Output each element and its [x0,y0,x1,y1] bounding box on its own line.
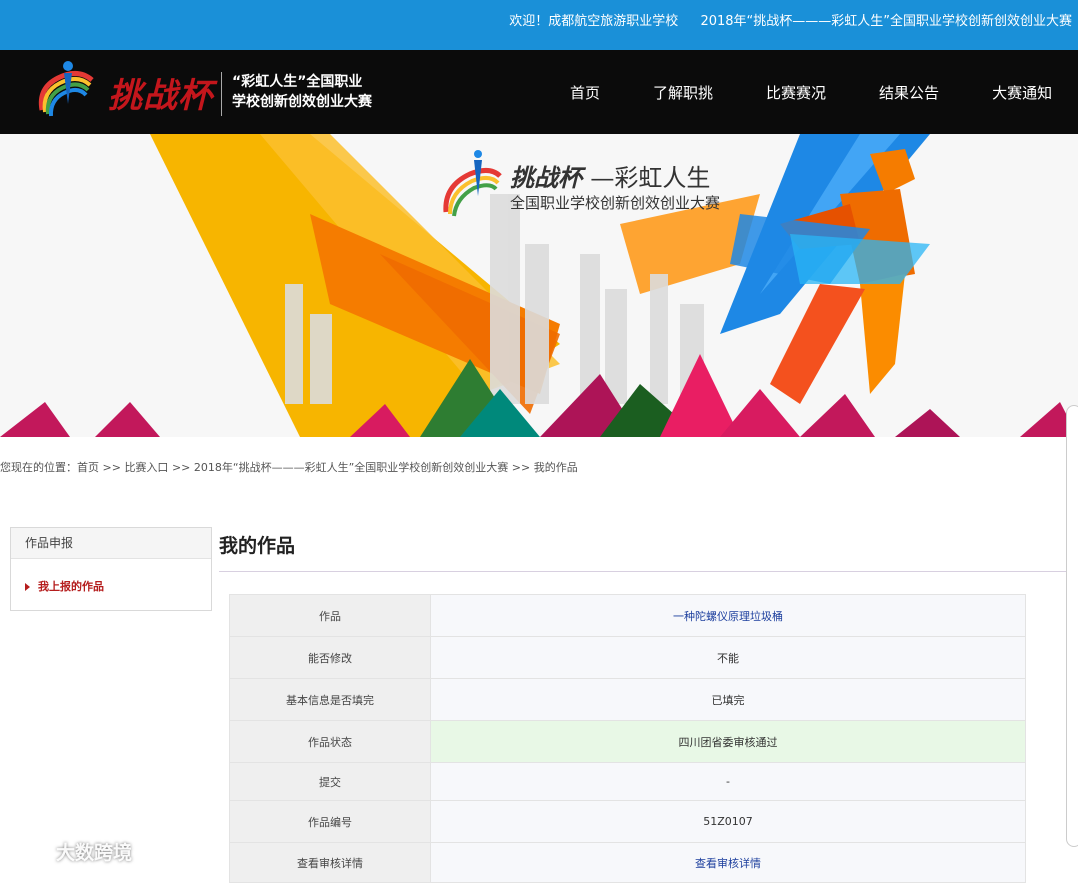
nav-item-home[interactable]: 首页 [570,82,600,103]
review-details-link[interactable]: 查看审核详情 [695,857,761,870]
row-value: - [430,762,1026,801]
caret-right-icon [25,583,30,591]
table-row: 提交 - [229,762,1026,801]
breadcrumb-entry[interactable]: 比赛入口 [124,461,168,474]
sidebar-item-my-submissions[interactable]: 我上报的作品 [25,578,104,594]
sidebar-header: 作品申报 [11,528,211,559]
banner-subtitle: 全国职业学校创新创效创业大赛 [510,194,721,212]
row-key: 能否修改 [229,636,431,679]
table-row: 作品状态 四川团省委审核通过 [229,720,1026,763]
breadcrumb-home[interactable]: 首页 [77,461,99,474]
nav-item-results[interactable]: 结果公告 [879,82,939,103]
table-row: 查看审核详情 查看审核详情 [229,842,1026,883]
top-bar: 欢迎！成都航空旅游职业学校 2018年“挑战杯———彩虹人生”全国职业学校创新创… [0,0,1078,50]
work-title-link[interactable]: 一种陀螺仪原理垃圾桶 [673,610,783,623]
row-value: 一种陀螺仪原理垃圾桶 [430,594,1026,637]
nav-item-about[interactable]: 了解职挑 [653,82,713,103]
row-key: 查看审核详情 [229,842,431,883]
breadcrumb-separator: >> [171,461,191,474]
breadcrumb-competition[interactable]: 2018年“挑战杯———彩虹人生”全国职业学校创新创效创业大赛 [194,461,508,474]
welcome-event: 2018年“挑战杯———彩虹人生”全国职业学校创新创效创业大赛 [700,14,1072,29]
title-divider [219,571,1078,572]
row-key: 作品 [229,594,431,637]
watermark-logo-icon [11,844,49,862]
banner-title-dash: —彩虹人生 [590,164,711,192]
row-key: 基本信息是否填完 [229,678,431,721]
breadcrumb-prefix: 您现在的位置： [0,461,77,474]
breadcrumb-separator: >> [102,461,121,474]
logo-subtitle-line1: “彩虹人生”全国职业 [232,74,363,90]
logo-subtitle-line2: 学校创新创效创业大赛 [232,94,372,110]
breadcrumb-separator: >> [511,461,531,474]
nav-item-matches[interactable]: 比赛赛况 [766,82,826,103]
rainbow-logo-icon[interactable] [34,58,106,124]
watermark-text: 大数跨境 [56,842,133,864]
logo-subtitle: “彩虹人生”全国职业 学校创新创效创业大赛 [232,72,372,112]
logo-divider [221,72,222,116]
main-nav: 首页 了解职挑 比赛赛况 结果公告 大赛通知 [570,50,1052,134]
work-info-table: 作品 一种陀螺仪原理垃圾桶 能否修改 不能 基本信息是否填完 已填完 作品状态 … [229,594,1026,883]
status-value: 四川团省委审核通过 [430,720,1026,763]
table-row: 作品 一种陀螺仪原理垃圾桶 [229,594,1026,637]
banner-title-main: 挑战杯 [510,163,582,192]
site-header: 挑战杯 “彩虹人生”全国职业 学校创新创效创业大赛 首页 了解职挑 比赛赛况 结… [0,50,1078,134]
breadcrumb-my-works[interactable]: 我的作品 [534,461,578,474]
watermark: 大数跨境 [10,838,132,865]
welcome-text: 欢迎！成都航空旅游职业学校 2018年“挑战杯———彩虹人生”全国职业学校创新创… [491,10,1072,29]
banner-title: 挑战杯 —彩虹人生 [510,158,710,193]
sidebar: 作品申报 我上报的作品 [10,527,212,611]
welcome-school: 欢迎！成都航空旅游职业学校 [509,14,679,29]
table-row: 基本信息是否填完 已填完 [229,678,1026,721]
breadcrumb: 您现在的位置：首页 >> 比赛入口 >> 2018年“挑战杯———彩虹人生”全国… [0,459,578,475]
page-title: 我的作品 [219,535,296,557]
scrollbar[interactable] [1066,405,1078,847]
table-row: 作品编号 51Z0107 [229,800,1026,843]
sidebar-item-label: 我上报的作品 [38,580,104,593]
row-key: 作品状态 [229,720,431,763]
row-key: 提交 [229,762,431,801]
row-key: 作品编号 [229,800,431,843]
table-row: 能否修改 不能 [229,636,1026,679]
row-value: 不能 [430,636,1026,679]
row-value: 51Z0107 [430,800,1026,843]
row-value: 已填完 [430,678,1026,721]
nav-item-notices[interactable]: 大赛通知 [992,82,1052,103]
logo-title: 挑战杯 [108,76,213,116]
row-value: 查看审核详情 [430,842,1026,883]
hero-banner: 挑战杯 —彩虹人生 全国职业学校创新创效创业大赛 [0,134,1078,437]
